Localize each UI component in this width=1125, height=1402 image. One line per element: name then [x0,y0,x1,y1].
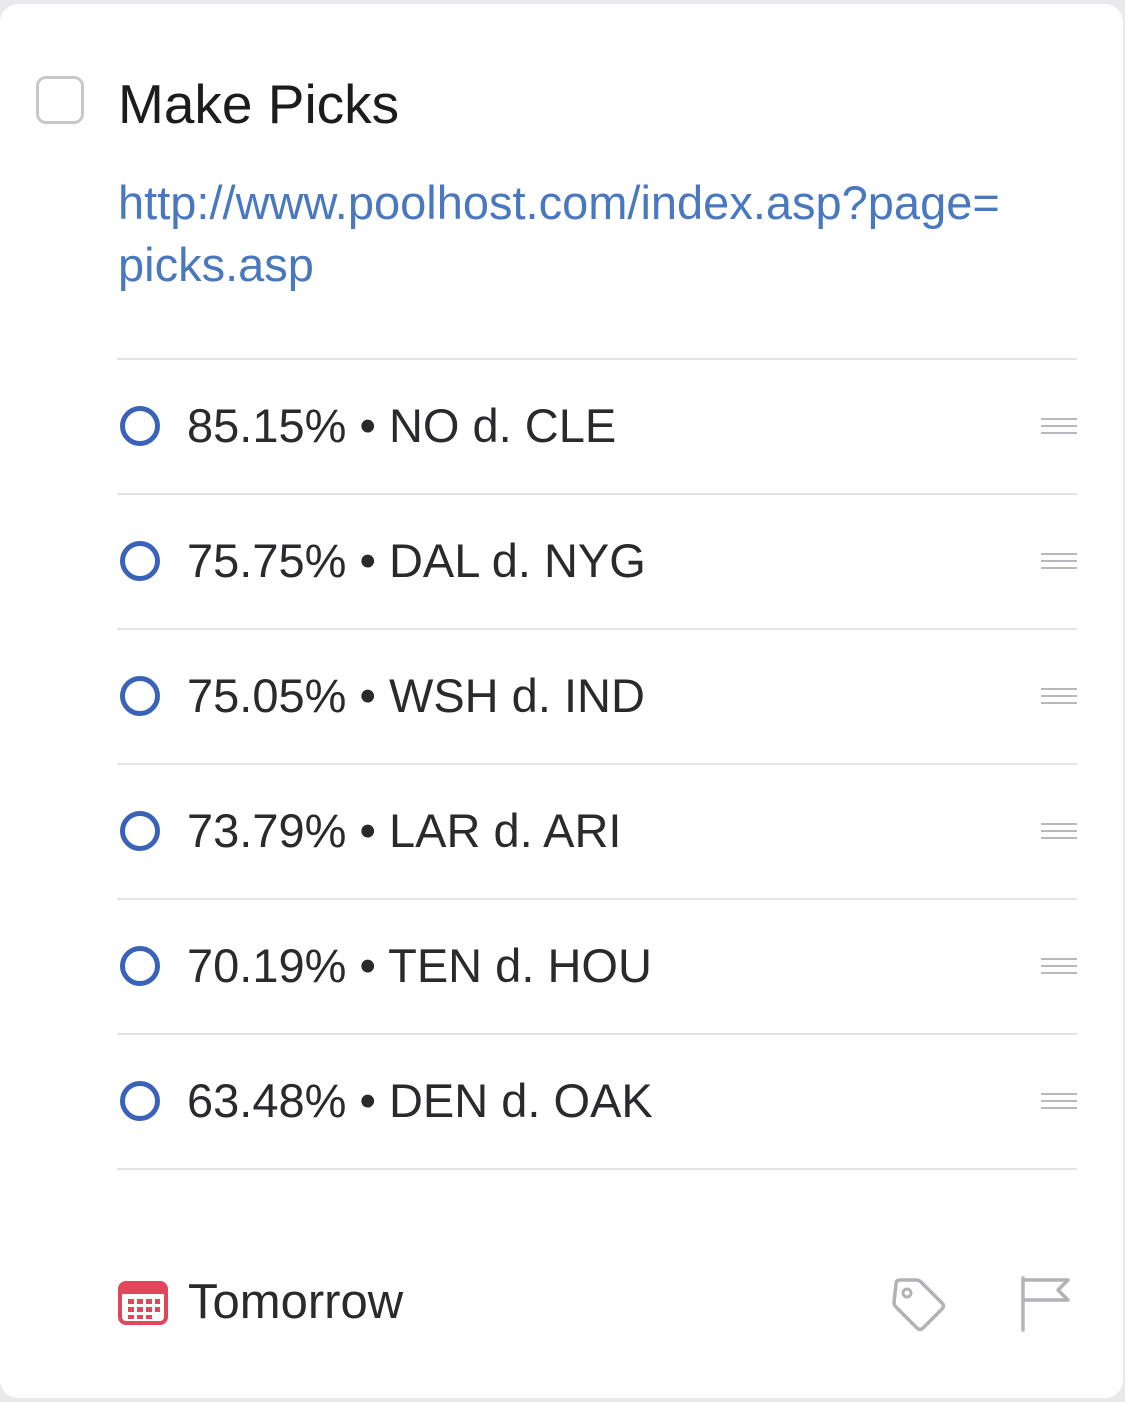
subtask-checkbox[interactable] [120,946,160,986]
subtask-label[interactable]: 75.05% • WSH d. IND [187,666,645,726]
drag-handle-icon[interactable] [1041,688,1077,708]
subtask-label[interactable]: 85.15% • NO d. CLE [187,396,616,456]
subtask-item[interactable]: 75.05% • WSH d. IND [117,630,1077,765]
subtask-item[interactable]: 85.15% • NO d. CLE [117,360,1077,495]
subtask-item[interactable]: 70.19% • TEN d. HOU [117,900,1077,1035]
subtask-checkbox[interactable] [120,1081,160,1121]
due-date-label: Tomorrow [188,1275,404,1329]
flag-icon[interactable] [1016,1274,1072,1332]
subtask-label[interactable]: 63.48% • DEN d. OAK [187,1071,653,1131]
subtask-checkbox[interactable] [120,676,160,716]
subtask-checkbox[interactable] [120,406,160,446]
subtask-item[interactable]: 63.48% • DEN d. OAK [117,1035,1077,1170]
subtask-item[interactable]: 75.75% • DAL d. NYG [117,495,1077,630]
task-notes-link[interactable]: http://www.poolhost.com/index.asp?page=p… [118,172,1018,296]
tag-icon[interactable] [888,1274,948,1334]
drag-handle-icon[interactable] [1041,553,1077,573]
subtask-checkbox[interactable] [120,811,160,851]
drag-handle-icon[interactable] [1041,418,1077,438]
calendar-icon [118,1281,168,1325]
subtask-label[interactable]: 70.19% • TEN d. HOU [187,936,652,996]
drag-handle-icon[interactable] [1041,1093,1077,1113]
due-date-button[interactable]: Tomorrow [118,1272,403,1332]
subtask-list: 85.15% • NO d. CLE 75.75% • DAL d. NYG 7… [117,358,1077,1170]
subtask-label[interactable]: 73.79% • LAR d. ARI [187,801,621,861]
drag-handle-icon[interactable] [1041,958,1077,978]
subtask-label[interactable]: 75.75% • DAL d. NYG [187,531,646,591]
task-complete-checkbox[interactable] [36,76,84,124]
subtask-item[interactable]: 73.79% • LAR d. ARI [117,765,1077,900]
task-card: Make Picks http://www.poolhost.com/index… [0,4,1123,1398]
drag-handle-icon[interactable] [1041,823,1077,843]
task-title[interactable]: Make Picks [118,72,399,136]
subtask-checkbox[interactable] [120,541,160,581]
